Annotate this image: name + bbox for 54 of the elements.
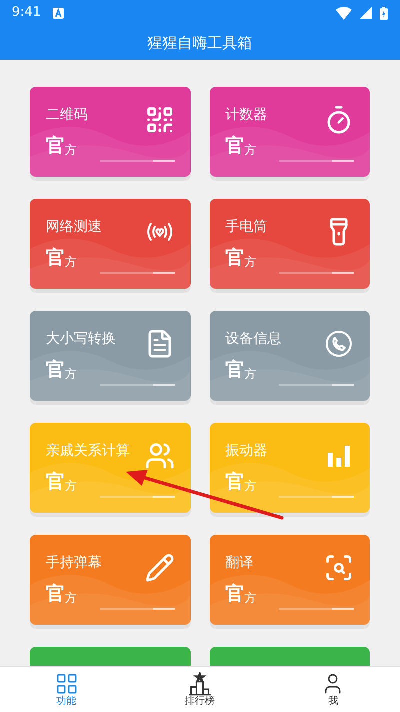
official-label: 官: [46, 249, 65, 268]
official-label-suffix: 方: [65, 592, 77, 604]
official-label: 官: [46, 473, 65, 492]
card-title: 网络测速: [46, 218, 102, 237]
official-label: 官: [226, 473, 244, 492]
official-label: 官: [46, 585, 65, 604]
card-title: 二维码: [46, 106, 88, 125]
tool-card[interactable]: 翻译 官方: [210, 535, 370, 625]
official-label-suffix: 方: [65, 368, 77, 380]
nav-tab[interactable]: 排行榜: [133, 667, 267, 712]
official-label: 官: [46, 361, 65, 380]
tool-card[interactable]: 计数器 官方: [210, 87, 370, 177]
card-title: 手电筒: [226, 218, 268, 237]
battery-icon: [380, 6, 388, 20]
nav-tab[interactable]: 功能: [0, 667, 134, 712]
official-label: 官: [226, 361, 244, 380]
podium-icon: [188, 672, 212, 696]
card-title: 设备信息: [226, 330, 282, 349]
pencil-icon: [144, 553, 174, 583]
official-label-suffix: 方: [244, 144, 256, 156]
status-time: 9:41: [12, 4, 42, 22]
tool-card[interactable]: 手电筒 官方: [210, 199, 370, 289]
tool-card[interactable]: 二维码 官方: [30, 87, 190, 177]
card-title: 振动器: [226, 442, 268, 461]
card-title: 亲戚关系计算: [46, 442, 130, 461]
official-label: 官: [46, 137, 65, 156]
official-label-suffix: 方: [65, 256, 77, 268]
tool-card[interactable]: 网络测速 官方: [30, 199, 190, 289]
app-title: 猩猩自嗨工具箱: [148, 32, 252, 54]
notification-icon: [53, 8, 64, 18]
tool-card[interactable]: 大小写转换 官方: [30, 311, 190, 401]
official-label-suffix: 方: [244, 368, 256, 380]
official-label-suffix: 方: [244, 256, 256, 268]
nav-tab[interactable]: 我: [266, 667, 400, 712]
official-label: 官: [226, 137, 244, 156]
signal-icon: [360, 7, 372, 19]
phone-icon: [324, 329, 354, 359]
card-title: 手持弹幕: [46, 554, 102, 573]
official-label-suffix: 方: [65, 480, 77, 492]
search-icon: [324, 553, 354, 583]
official-label-suffix: 方: [244, 480, 256, 492]
wifi-icon: [336, 6, 352, 20]
official-label-suffix: 方: [244, 592, 256, 604]
official-label: 官: [226, 249, 244, 268]
people-icon: [144, 441, 174, 471]
official-label: 官: [226, 585, 244, 604]
qr-code-icon: [144, 105, 174, 135]
official-label-suffix: 方: [65, 144, 77, 156]
card-title: 计数器: [226, 106, 268, 125]
grid-icon: [54, 672, 79, 696]
tool-card[interactable]: 手持弹幕 官方: [30, 535, 190, 625]
card-title: 大小写转换: [46, 330, 116, 349]
card-title: 翻译: [226, 554, 254, 573]
tool-card[interactable]: 设备信息 官方: [210, 311, 370, 401]
